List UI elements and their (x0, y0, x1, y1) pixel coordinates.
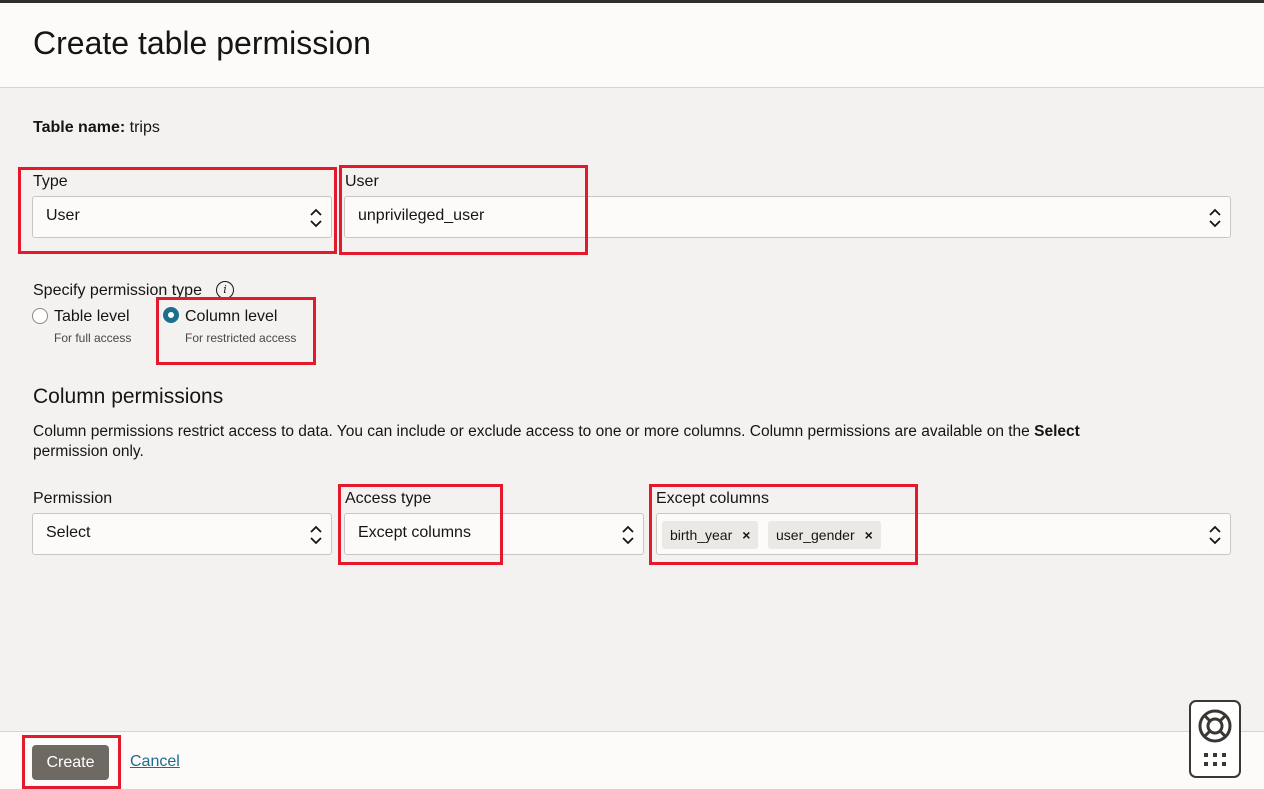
info-icon[interactable]: i (216, 281, 234, 299)
table-name: Table name: trips (33, 119, 160, 137)
cancel-link[interactable]: Cancel (130, 753, 180, 771)
table-name-value: trips (129, 119, 160, 136)
type-select[interactable]: User (32, 196, 332, 238)
chevron-updown-icon (310, 525, 322, 545)
chip-label: user_gender (776, 527, 855, 543)
description-bold: Select (1034, 423, 1080, 440)
chevron-updown-icon (622, 525, 634, 545)
access-type-select[interactable]: Except columns (344, 513, 644, 555)
radio-column-level[interactable] (163, 307, 179, 323)
remove-chip-icon[interactable]: × (742, 527, 750, 543)
radio-table-level-label: Table level (54, 308, 130, 325)
lifebuoy-icon (1198, 709, 1232, 766)
description-text: Column permissions restrict access to da… (33, 423, 1035, 440)
access-type-label: Access type (345, 490, 432, 507)
grid-icon (1204, 753, 1226, 766)
permission-select-value: Select (46, 524, 91, 541)
permission-type-label: Specify permission type (33, 282, 202, 299)
radio-table-level-sub: For full access (54, 331, 132, 345)
type-label: Type (33, 173, 68, 190)
radio-column-level-label: Column level (185, 308, 278, 325)
chip-label: birth_year (670, 527, 733, 543)
chevron-updown-icon (1209, 208, 1221, 228)
help-widget[interactable] (1189, 700, 1241, 778)
create-button[interactable]: Create (32, 745, 109, 780)
chip-user-gender: user_gender × (768, 521, 881, 549)
dialog-header: Create table permission (0, 3, 1264, 88)
remove-chip-icon[interactable]: × (865, 527, 873, 543)
dialog-footer: Create Cancel (0, 731, 1264, 789)
chevron-updown-icon (1209, 525, 1221, 545)
radio-column-level-sub: For restricted access (185, 331, 297, 345)
section-title: Column permissions (33, 385, 224, 408)
except-columns-label: Except columns (656, 490, 769, 507)
table-name-label: Table name: (33, 119, 126, 136)
access-type-select-value: Except columns (358, 524, 471, 541)
user-select-value: unprivileged_user (358, 207, 485, 224)
permission-label: Permission (33, 490, 113, 507)
description-text-end: permission only. (33, 443, 144, 460)
page-title: Create table permission (33, 25, 371, 61)
section-description: Column permissions restrict access to da… (33, 422, 1193, 462)
type-select-value: User (46, 207, 80, 224)
dialog-body: Table name: trips Type User User unprivi… (0, 88, 1264, 731)
radio-table-level[interactable] (32, 308, 48, 324)
user-label: User (345, 173, 379, 190)
except-columns-select[interactable]: birth_year × user_gender × (656, 513, 1231, 555)
chip-birth-year: birth_year × (662, 521, 759, 549)
permission-select[interactable]: Select (32, 513, 332, 555)
user-select[interactable]: unprivileged_user (344, 196, 1231, 238)
chevron-updown-icon (310, 208, 322, 228)
